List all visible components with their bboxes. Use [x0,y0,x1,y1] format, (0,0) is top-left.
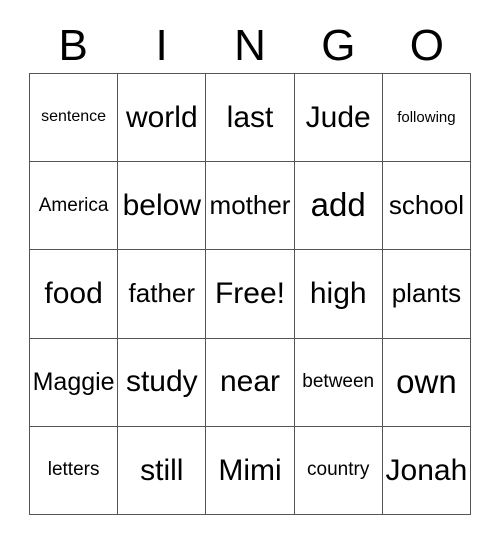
bingo-cell-label: sentence [41,108,107,126]
header-letter-n: N [234,20,266,70]
bingo-cell-label: between [302,371,375,393]
bingo-cell[interactable]: father [118,250,207,339]
bingo-row: food father Free! high plants [30,250,472,339]
bingo-cell-label: school [388,190,464,221]
bingo-header-row: B I N G O [29,18,471,73]
bingo-cell[interactable]: mother [206,162,295,251]
bingo-cell[interactable]: last [206,74,295,163]
bingo-cell[interactable]: Jude [294,74,383,163]
bingo-cell-label: following [397,108,456,126]
header-letter-g: G [321,20,356,70]
bingo-cell[interactable]: Mimi [206,426,295,516]
bingo-row: America below mother add school [30,162,472,251]
bingo-cell-label: Maggie [32,368,115,397]
bingo-cell[interactable]: school [382,162,472,251]
bingo-grid: sentence world last Jude following Ameri… [29,73,472,516]
bingo-cell[interactable]: still [118,426,207,516]
bingo-cell[interactable]: Jonah [382,426,472,516]
bingo-cell-label: world [125,100,198,134]
bingo-cell-label: Jonah [385,453,468,487]
bingo-card: B I N G O sentence world last Jude follo… [0,0,500,544]
bingo-cell-label: study [125,365,198,399]
bingo-cell-label: own [396,362,457,400]
bingo-cell[interactable]: add [294,162,383,251]
bingo-cell-label: add [310,186,366,224]
bingo-cell[interactable]: Maggie [30,338,119,427]
bingo-cell-label: letters [47,459,100,481]
bingo-cell-label: father [128,278,196,309]
bingo-cell-label: high [309,277,367,311]
bingo-cell[interactable]: America [30,162,119,251]
bingo-free-space-label: Free! [214,277,286,311]
bingo-cell-label: country [307,459,370,481]
header-letter-o: O [409,20,444,70]
bingo-cell[interactable]: sentence [30,74,119,163]
bingo-cell-label: plants [391,278,462,309]
bingo-cell[interactable]: following [382,74,472,163]
bingo-cell[interactable]: letters [30,426,119,516]
bingo-cell[interactable]: plants [382,250,472,339]
bingo-cell[interactable]: study [118,338,207,427]
bingo-cell-label: last [226,100,274,134]
bingo-row: letters still Mimi country Jonah [30,426,472,516]
bingo-cell-label: Jude [305,100,371,134]
bingo-cell[interactable]: below [118,162,207,251]
header-letter-i: I [155,20,168,70]
bingo-cell-label: still [140,453,184,487]
bingo-cell-label: mother [209,190,291,221]
bingo-cell[interactable]: high [294,250,383,339]
header-letter-b: B [58,20,88,70]
bingo-free-space[interactable]: Free! [206,250,295,339]
bingo-cell-label: near [219,365,281,399]
bingo-cell[interactable]: country [294,426,383,516]
bingo-cell-label: food [44,277,103,311]
bingo-cell[interactable]: near [206,338,295,427]
bingo-cell[interactable]: own [382,338,472,427]
bingo-cell[interactable]: food [30,250,119,339]
bingo-cell-label: below [122,189,201,223]
bingo-cell-label: Mimi [218,453,282,487]
bingo-cell-label: America [38,194,109,216]
bingo-cell[interactable]: between [294,338,383,427]
bingo-cell[interactable]: world [118,74,207,163]
bingo-row: sentence world last Jude following [30,74,472,163]
bingo-row: Maggie study near between own [30,338,472,427]
